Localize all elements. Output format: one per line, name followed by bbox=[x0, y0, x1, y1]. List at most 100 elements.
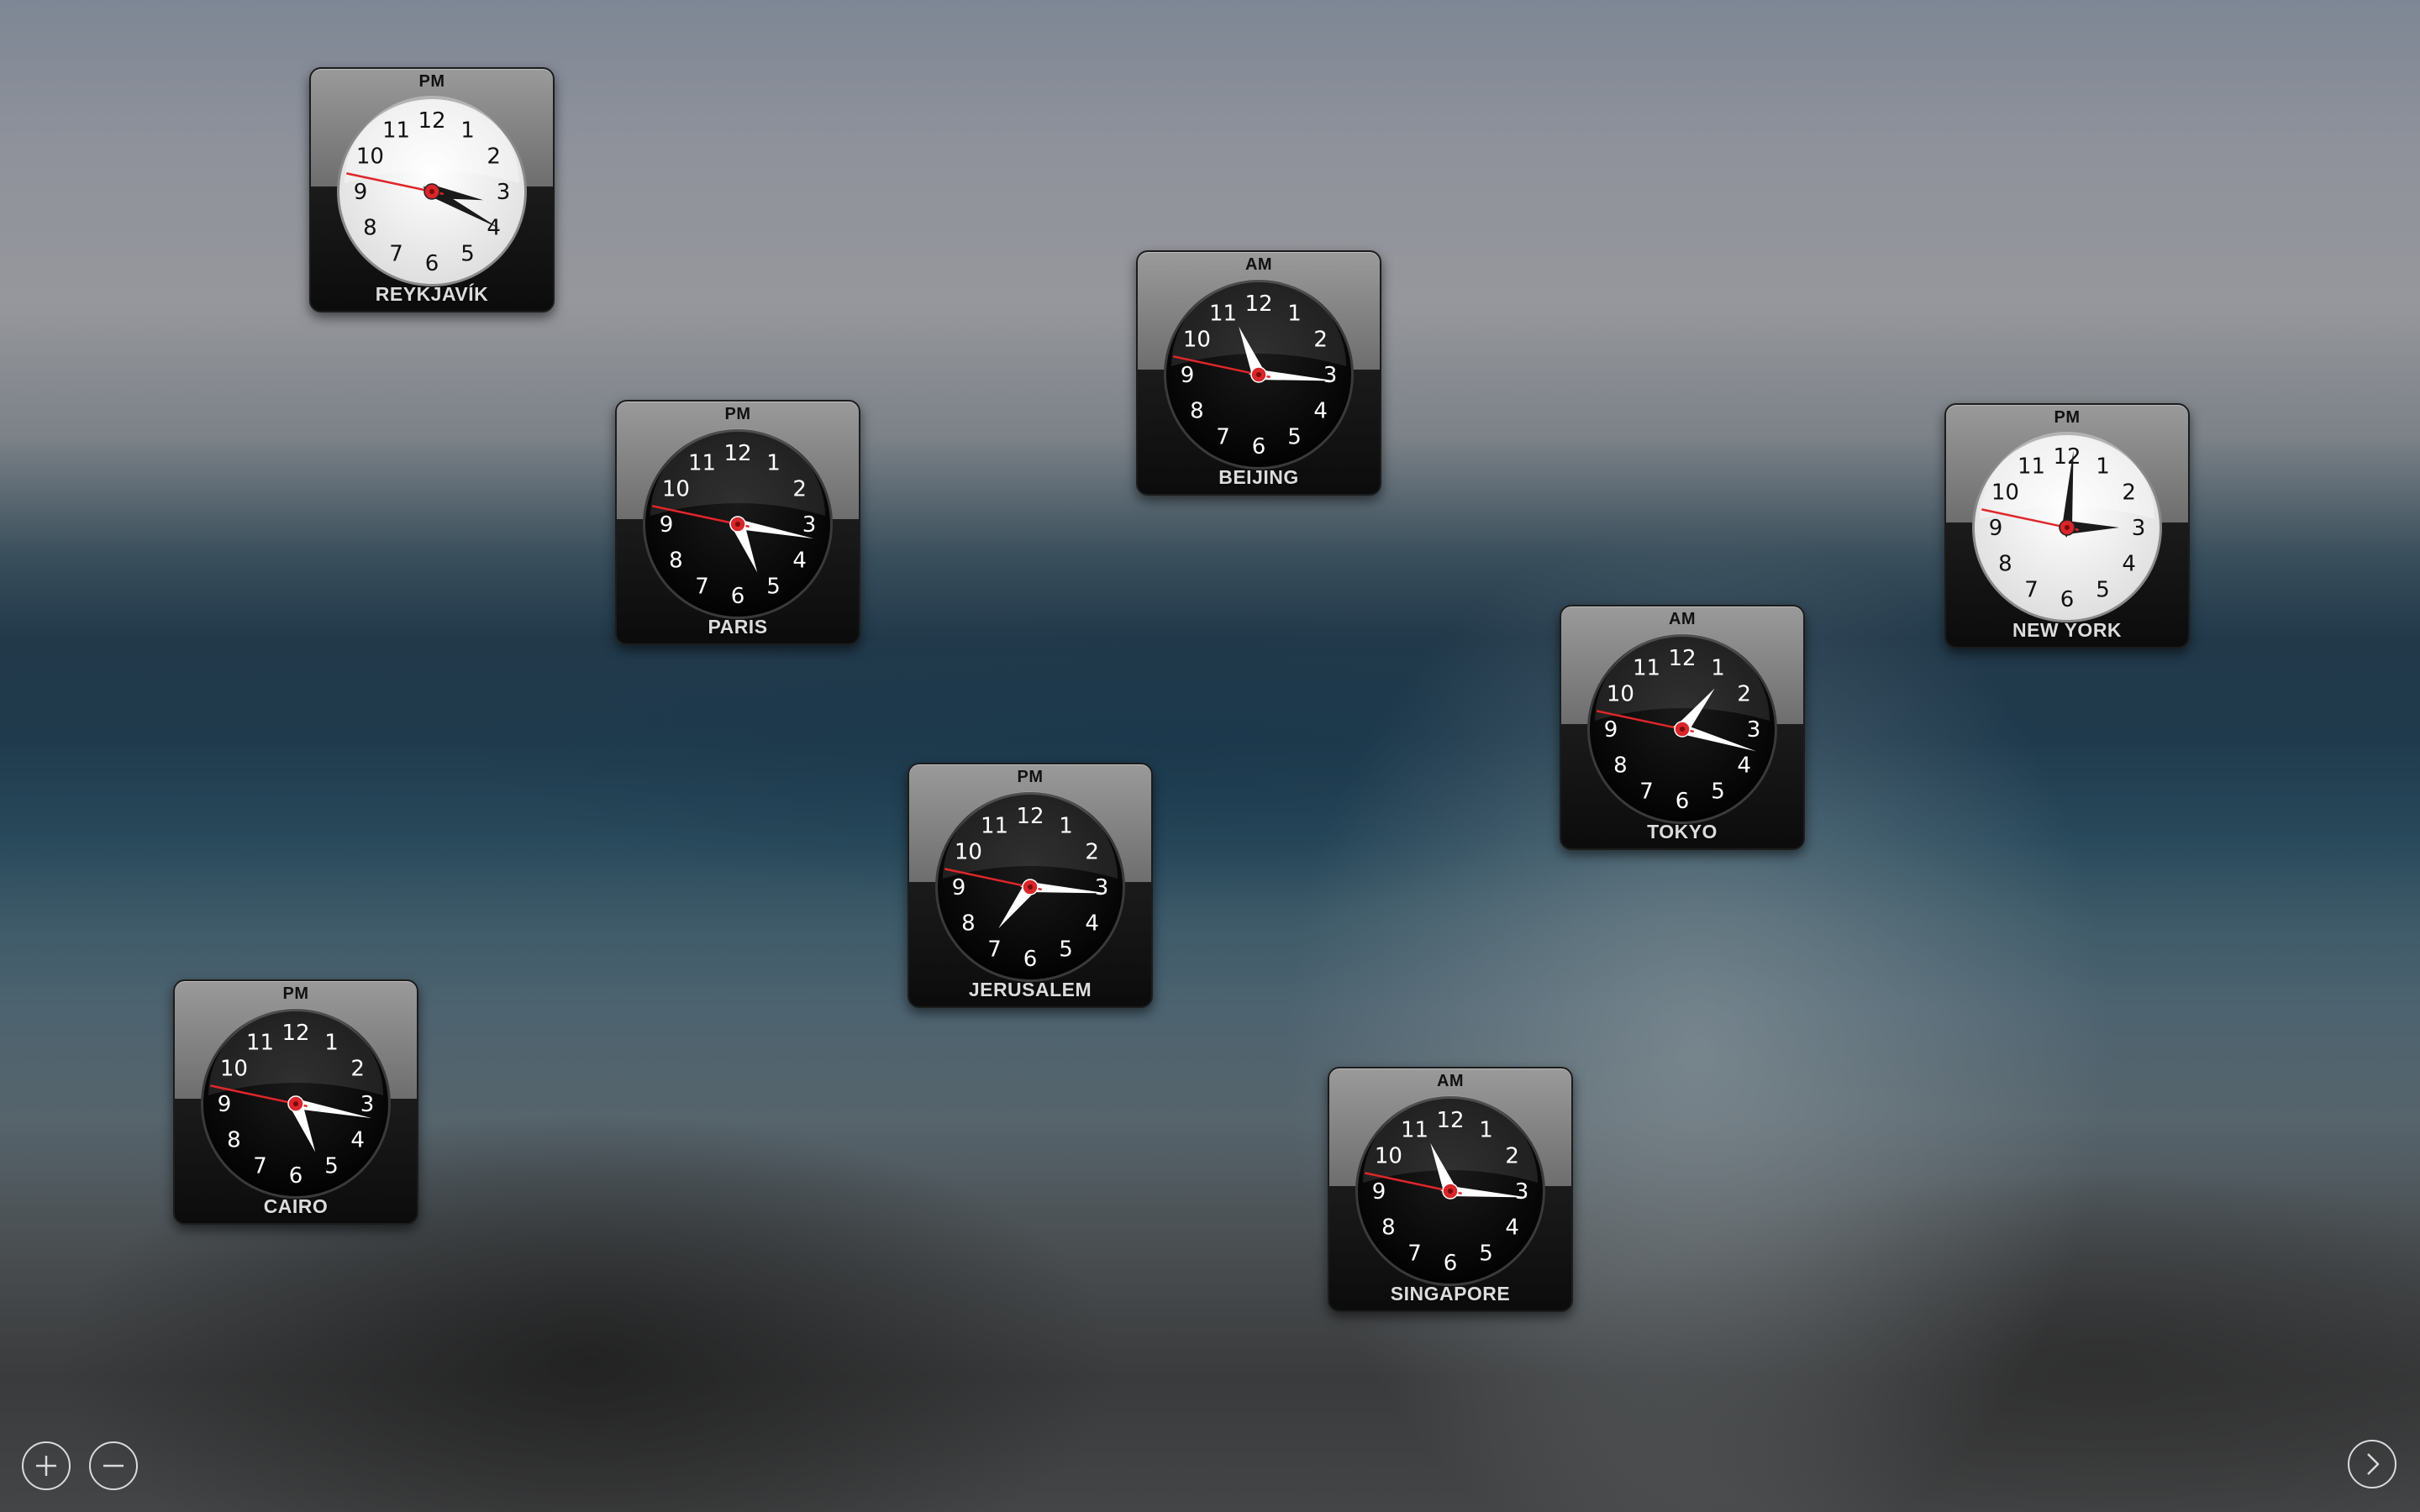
world-clock-beijing[interactable]: AM 12 1 2 3 4 5 6 7 8 9 10 11 BEIJING bbox=[1136, 250, 1381, 496]
dial-number: 10 bbox=[356, 144, 384, 170]
dial-number: 5 bbox=[1059, 937, 1073, 963]
dial-number: 10 bbox=[1375, 1144, 1402, 1169]
dial-number: 6 bbox=[1023, 947, 1038, 972]
next-space-button[interactable] bbox=[2348, 1440, 2396, 1488]
plus-circle-icon bbox=[36, 1456, 56, 1476]
world-clock-new-york[interactable]: PM 12 1 2 3 4 5 6 7 8 9 10 11 NEW YORK bbox=[1944, 403, 2190, 648]
dial-number: 7 bbox=[2024, 578, 2039, 603]
city-label: NEW YORK bbox=[2012, 619, 2123, 641]
dial-number: 8 bbox=[227, 1128, 241, 1153]
dial-number: 11 bbox=[382, 118, 410, 143]
dial-number: 3 bbox=[2132, 516, 2146, 541]
dial-number: 3 bbox=[1515, 1179, 1529, 1205]
dial-number: 8 bbox=[1998, 552, 2012, 577]
clock-face: 12 12 3 45678 9 1011 bbox=[1164, 279, 1354, 470]
center-pin-dot bbox=[429, 189, 434, 194]
dial-number: 12 bbox=[1244, 291, 1272, 317]
ampm-label: PM bbox=[2054, 408, 2081, 427]
city-label: BEIJING bbox=[1218, 466, 1299, 488]
dial-number: 11 bbox=[688, 450, 716, 475]
dial-number: 11 bbox=[1633, 655, 1660, 680]
city-label: SINGAPORE bbox=[1390, 1283, 1511, 1305]
dial-number: 1 bbox=[460, 118, 475, 143]
dial-number: 10 bbox=[1991, 480, 2019, 506]
clock-face: 12 12 3 45678 9 1011 bbox=[1355, 1095, 1545, 1286]
ampm-label: PM bbox=[1017, 768, 1044, 786]
world-clock-cairo[interactable]: PM 12 1 2 3 4 5 6 7 8 9 10 11 CAIRO bbox=[173, 979, 418, 1225]
clock-face: 12 12 3 45678 9 1011 bbox=[1587, 633, 1777, 824]
dial-number: 6 bbox=[289, 1163, 303, 1189]
dial-number: 4 bbox=[1313, 399, 1328, 424]
city-label: PARIS bbox=[708, 616, 768, 638]
dial-number: 3 bbox=[497, 180, 511, 205]
ampm-label: PM bbox=[418, 72, 445, 91]
dial-number: 1 bbox=[2096, 454, 2110, 479]
dial-number: 4 bbox=[1085, 911, 1099, 937]
dial-number: 3 bbox=[802, 512, 817, 538]
dial-number: 10 bbox=[955, 840, 982, 865]
dial-number: 4 bbox=[792, 549, 807, 574]
dial-number: 8 bbox=[1190, 399, 1204, 424]
remove-widget-button[interactable] bbox=[89, 1441, 138, 1490]
dial-number: 1 bbox=[1059, 813, 1073, 838]
city-label: TOKYO bbox=[1647, 821, 1718, 843]
dial-number: 5 bbox=[1711, 780, 1725, 805]
dial-number: 10 bbox=[662, 477, 690, 502]
world-clock-paris[interactable]: PM 12 1 2 3 4 5 6 7 8 9 10 11 PARIS bbox=[615, 400, 860, 645]
dial-number: 5 bbox=[1479, 1242, 1493, 1267]
city-label: JERUSALEM bbox=[968, 979, 1092, 1000]
dial-number: 4 bbox=[2122, 552, 2136, 577]
dial-number: 12 bbox=[1668, 646, 1696, 671]
dial-number: 10 bbox=[1183, 328, 1211, 353]
dial-number: 9 bbox=[1989, 516, 2003, 541]
dial-number: 3 bbox=[1323, 363, 1338, 388]
dial-number: 9 bbox=[1181, 363, 1195, 388]
dial-number: 9 bbox=[354, 180, 368, 205]
dial-number: 2 bbox=[1313, 328, 1328, 353]
world-clock-tokyo[interactable]: AM 12 1 2 3 4 5 6 7 8 9 10 11 TOKYO bbox=[1560, 605, 1805, 850]
dial-number: 11 bbox=[1401, 1117, 1428, 1142]
chevron-right-circle-icon bbox=[2367, 1453, 2380, 1475]
dial-number: 12 bbox=[723, 441, 751, 466]
dial-number: 6 bbox=[731, 584, 745, 609]
dial-number: 8 bbox=[1613, 753, 1628, 779]
center-pin-dot bbox=[1680, 727, 1685, 732]
dial-number: 1 bbox=[324, 1030, 339, 1055]
dial-number: 5 bbox=[1287, 425, 1302, 450]
world-clock-reykjavik[interactable]: PM 12 1 2 3 4 5 6 7 8 9 10 11 REYKJAVÍK bbox=[309, 67, 555, 312]
world-clock-singapore[interactable]: AM 12 1 2 3 4 5 6 7 8 9 10 11 SINGAPORE bbox=[1328, 1067, 1573, 1312]
dial-number: 6 bbox=[425, 251, 439, 276]
dial-number: 5 bbox=[324, 1154, 339, 1179]
dial-number: 2 bbox=[487, 144, 501, 170]
dial-number: 9 bbox=[1604, 717, 1618, 743]
dial-number: 8 bbox=[363, 216, 377, 241]
dial-number: 9 bbox=[1372, 1179, 1386, 1205]
ampm-label: AM bbox=[1436, 1072, 1465, 1090]
dial-number: 11 bbox=[246, 1030, 274, 1055]
dial-number: 10 bbox=[220, 1057, 248, 1082]
dial-number: 12 bbox=[281, 1021, 309, 1046]
dial-number: 2 bbox=[350, 1057, 365, 1082]
dial-number: 3 bbox=[1095, 875, 1109, 900]
clock-face: 12 12 3 45678 9 1011 bbox=[1972, 432, 2162, 622]
dial-number: 4 bbox=[1737, 753, 1751, 779]
dial-number: 12 bbox=[1016, 804, 1044, 829]
dial-number: 3 bbox=[360, 1092, 375, 1117]
add-widget-button[interactable] bbox=[22, 1441, 71, 1490]
dial-number: 7 bbox=[389, 242, 403, 267]
clock-face: 12 12 3 45678 9 1011 bbox=[935, 791, 1125, 982]
dial-number: 2 bbox=[792, 477, 807, 502]
dial-number: 12 bbox=[418, 108, 445, 134]
ampm-label: PM bbox=[724, 405, 751, 423]
dial-number: 11 bbox=[981, 813, 1008, 838]
dial-number: 8 bbox=[1381, 1215, 1396, 1241]
dial-number: 6 bbox=[1252, 434, 1266, 459]
dial-number: 8 bbox=[669, 549, 683, 574]
world-clock-jerusalem[interactable]: PM 12 1 2 3 4 5 6 7 8 9 10 11 JERUSALEM bbox=[908, 763, 1153, 1008]
dial-number: 7 bbox=[1407, 1242, 1422, 1267]
ampm-label: AM bbox=[1244, 255, 1273, 274]
dial-number: 2 bbox=[1737, 682, 1751, 707]
dial-number: 11 bbox=[1209, 301, 1237, 326]
dial-number: 9 bbox=[952, 875, 966, 900]
clock-face: 12 12 3 45678 9 1011 bbox=[201, 1008, 391, 1199]
